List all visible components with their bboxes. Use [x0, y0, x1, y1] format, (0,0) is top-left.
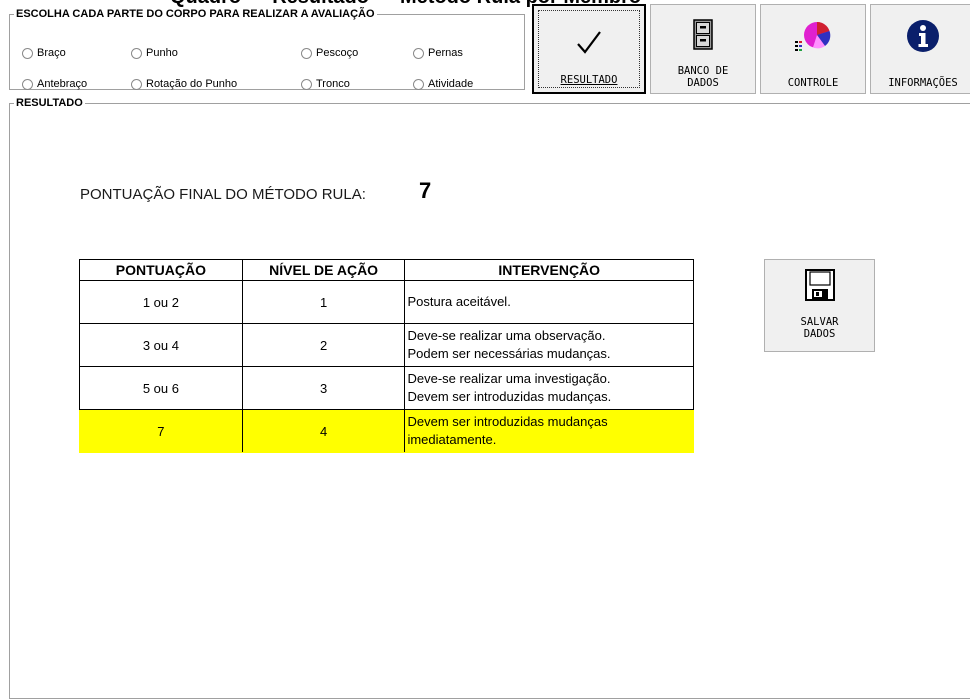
floppy-disk-icon [765, 268, 874, 302]
header-pontuacao: PONTUAÇÃO [79, 259, 243, 281]
radio-circle[interactable] [131, 47, 142, 59]
cell-nivel: 1 [241, 280, 406, 324]
score-value: 7 [419, 178, 432, 203]
body-part-group-legend: ESCOLHA CADA PARTE DO CORPO PARA REALIZA… [16, 8, 375, 20]
score-label: PONTUAÇÃO FINAL DO MÉTODO RULA: [80, 186, 366, 203]
pie-chart-icon [761, 19, 865, 53]
cell-pontuacao: 3 ou 4 [79, 323, 243, 367]
cell-intervencao: Deve-se realizar uma investigação. Devem … [404, 366, 694, 410]
radio-circle[interactable] [22, 47, 33, 59]
radio-atividade[interactable]: Atividade [413, 78, 473, 90]
radio-pernas[interactable]: Pernas [413, 47, 463, 59]
informacoes-button[interactable]: INFORMAÇÕES [870, 4, 970, 94]
radio-pescoco[interactable]: Pescoço [301, 47, 358, 59]
radio-antebraco[interactable]: Antebraço [22, 78, 87, 90]
table-row: 3 ou 4 2 Deve-se realizar uma observação… [79, 323, 694, 367]
rula-action-table: PONTUAÇÃO NÍVEL DE AÇÃO INTERVENÇÃO 1 ou… [79, 259, 694, 453]
informacoes-label: INFORMAÇÕES [888, 77, 958, 89]
checkmark-icon [534, 28, 644, 58]
radio-punho[interactable]: Punho [131, 47, 178, 59]
controle-label: CONTROLE [787, 77, 839, 89]
resultado-button[interactable]: RESULTADO [532, 4, 646, 94]
radio-circle[interactable] [413, 47, 424, 59]
banco-de-dados-button[interactable]: BANCO DE DADOS [650, 4, 756, 94]
cell-pontuacao: 7 [79, 409, 243, 453]
radio-circle[interactable] [301, 47, 312, 59]
cell-intervencao: Devem ser introduzidas mudanças imediatam… [404, 409, 694, 453]
banco-label: BANCO DE DADOS [677, 65, 729, 89]
table-row: 1 ou 2 1 Postura aceitável. [79, 280, 694, 324]
cell-intervencao: Deve-se realizar uma observação. Podem se… [404, 323, 694, 367]
cell-pontuacao: 1 ou 2 [79, 280, 243, 324]
cell-nivel: 2 [241, 323, 406, 367]
cell-nivel: 3 [241, 366, 406, 410]
table-row-highlighted: 7 4 Devem ser introduzidas mudanças imedi… [79, 409, 694, 453]
salvar-label: SALVAR DADOS [800, 316, 839, 340]
table-header-row: PONTUAÇÃO NÍVEL DE AÇÃO INTERVENÇÃO [79, 259, 694, 281]
info-icon [871, 19, 970, 53]
radio-circle[interactable] [22, 78, 33, 90]
radio-circle[interactable] [301, 78, 312, 90]
radio-rotacao-punho[interactable]: Rotação do Punho [131, 78, 237, 90]
radio-circle[interactable] [413, 78, 424, 90]
radio-braco[interactable]: Braço [22, 47, 66, 59]
cell-intervencao: Postura aceitável. [404, 280, 694, 324]
radio-tronco[interactable]: Tronco [301, 78, 350, 90]
file-cabinet-icon [651, 19, 755, 51]
table-row: 5 ou 6 3 Deve-se realizar uma investigaç… [79, 366, 694, 410]
controle-button[interactable]: CONTROLE [760, 4, 866, 94]
body-part-group: ESCOLHA CADA PARTE DO CORPO PARA REALIZA… [9, 8, 525, 90]
cell-nivel: 4 [241, 409, 406, 453]
resultado-label: RESULTADO [560, 74, 618, 86]
result-group-legend: RESULTADO [16, 97, 83, 109]
cell-pontuacao: 5 ou 6 [79, 366, 243, 410]
salvar-dados-button[interactable]: SALVAR DADOS [764, 259, 875, 352]
header-intervencao: INTERVENÇÃO [404, 259, 694, 281]
header-nivel-de-acao: NÍVEL DE AÇÃO [241, 259, 406, 281]
radio-circle[interactable] [131, 78, 142, 90]
